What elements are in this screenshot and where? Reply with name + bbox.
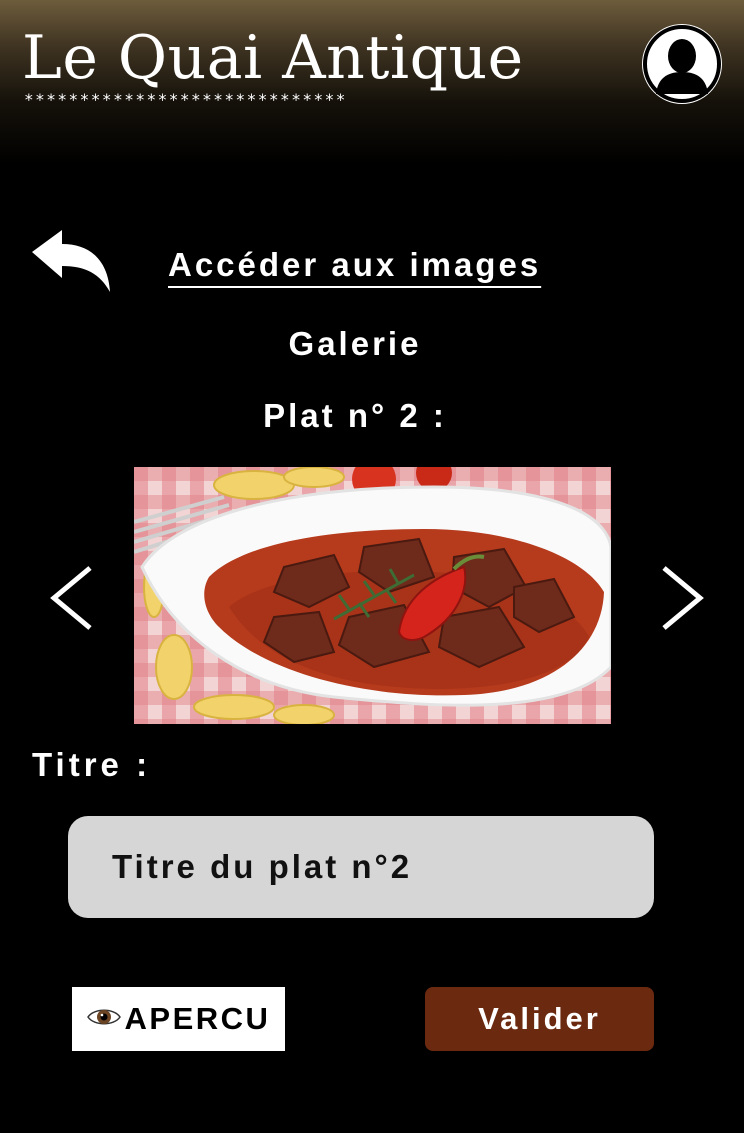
- access-images-link[interactable]: Accéder aux images: [168, 244, 541, 286]
- reply-arrow-icon[interactable]: [28, 222, 118, 306]
- chevron-right-icon[interactable]: [656, 564, 706, 632]
- brand-stars: *****************************: [24, 90, 347, 109]
- gallery-heading: Galerie: [288, 325, 422, 362]
- submit-button[interactable]: Valider: [425, 987, 654, 1051]
- dish-photo: [134, 467, 611, 724]
- preview-button[interactable]: APERCU: [72, 987, 285, 1051]
- title-input[interactable]: Titre du plat n°2: [68, 816, 654, 918]
- brand-title: Le Quai Antique: [22, 23, 524, 93]
- title-label: Titre :: [32, 746, 152, 783]
- app-header: Le Quai Antique ************************…: [0, 0, 744, 165]
- chevron-left-icon[interactable]: [48, 564, 98, 632]
- preview-button-label: APERCU: [124, 1001, 271, 1036]
- user-avatar-icon[interactable]: [642, 24, 722, 104]
- eye-icon: [86, 1001, 121, 1037]
- dish-heading: Plat n° 2 :: [263, 397, 447, 434]
